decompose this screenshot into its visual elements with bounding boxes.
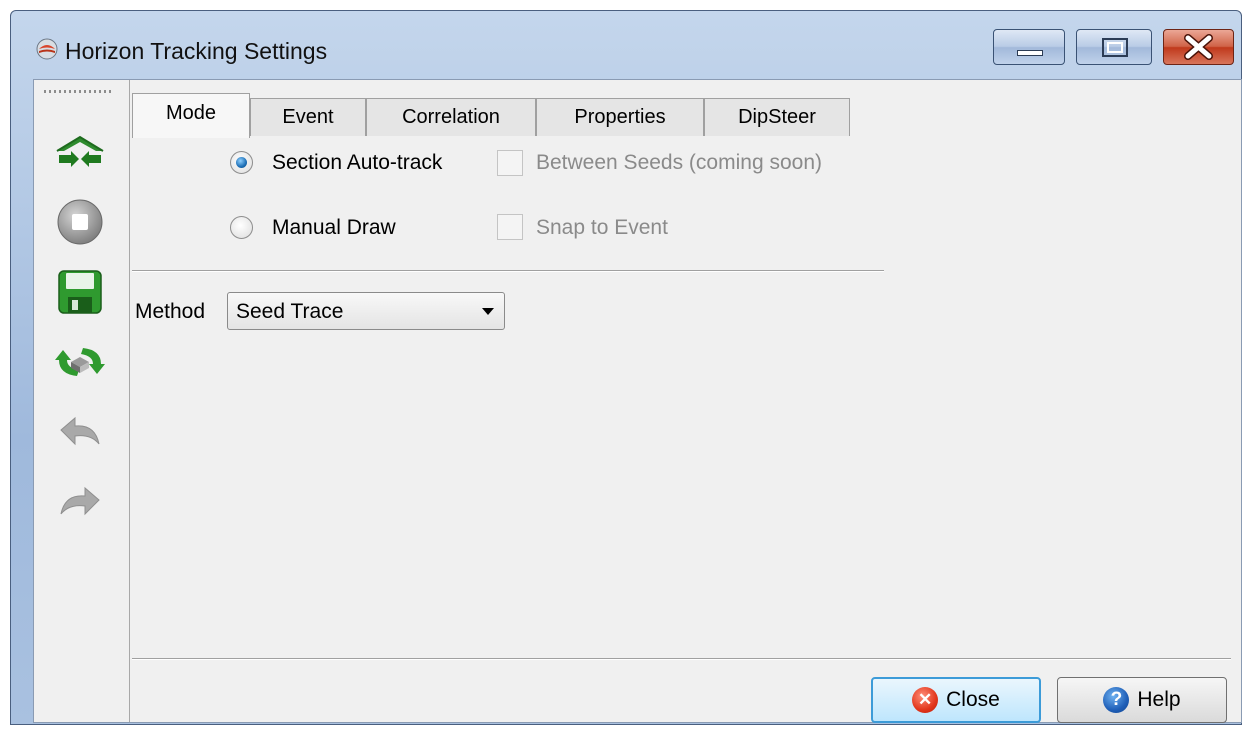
stop-button[interactable] (51, 196, 109, 248)
save-button[interactable] (51, 266, 109, 318)
retrack-button[interactable] (51, 336, 109, 388)
manual-draw-radio[interactable] (230, 216, 253, 239)
between-seeds-checkbox[interactable] (497, 150, 523, 176)
vertical-toolbar (34, 80, 130, 722)
stop-icon (57, 199, 103, 245)
help-button[interactable]: ? Help (1057, 677, 1227, 723)
undo-icon (60, 416, 100, 446)
between-seeds-label: Between Seeds (coming soon) (536, 151, 822, 174)
undo-button[interactable] (51, 406, 109, 458)
section-autotrack-label[interactable]: Section Auto-track (272, 151, 442, 175)
tab-event[interactable]: Event (250, 98, 366, 136)
close-circle-icon: ✕ (912, 687, 939, 713)
tab-mode[interactable]: Mode (132, 93, 250, 138)
title-bar[interactable]: Horizon Tracking Settings (11, 11, 1241, 79)
chevron-down-icon (482, 308, 494, 315)
section-autotrack-radio[interactable] (230, 151, 253, 174)
help-icon: ? (1103, 687, 1130, 713)
tab-properties[interactable]: Properties (536, 98, 704, 136)
toolbar-grip[interactable] (44, 90, 112, 93)
help-button-label: Help (1137, 688, 1181, 711)
snap-to-event-checkbox[interactable] (497, 214, 523, 240)
redo-button[interactable] (51, 476, 109, 528)
method-label: Method (135, 300, 206, 323)
horizon-tracking-app-icon (36, 38, 58, 60)
minimize-icon (1017, 50, 1043, 56)
close-icon (1184, 34, 1213, 60)
mode-separator (132, 270, 884, 272)
track-horizon-icon (56, 135, 104, 167)
tab-dipsteer[interactable]: DipSteer (704, 98, 850, 136)
close-button[interactable]: ✕ Close (871, 677, 1041, 723)
method-select-value: Seed Trace (236, 300, 344, 323)
maximize-icon (1102, 38, 1128, 57)
retrack-icon (55, 348, 105, 376)
tab-correlation[interactable]: Correlation (366, 98, 536, 136)
snap-to-event-label: Snap to Event (536, 216, 668, 239)
dialog-client-area: Mode Event Correlation Properties DipSte… (33, 79, 1242, 723)
dialog-window: Horizon Tracking Settings Mode Event Cor… (10, 10, 1242, 725)
close-button-label: Close (946, 688, 1000, 711)
window-close-button[interactable] (1163, 29, 1234, 65)
footer-separator (132, 658, 1231, 660)
maximize-button[interactable] (1076, 29, 1152, 65)
minimize-button[interactable] (993, 29, 1065, 65)
redo-icon (60, 486, 100, 516)
track-horizon-button[interactable] (51, 126, 109, 178)
window-title: Horizon Tracking Settings (65, 38, 328, 64)
method-select[interactable]: Seed Trace (227, 292, 505, 330)
manual-draw-label[interactable]: Manual Draw (272, 216, 396, 240)
save-icon (58, 270, 102, 314)
